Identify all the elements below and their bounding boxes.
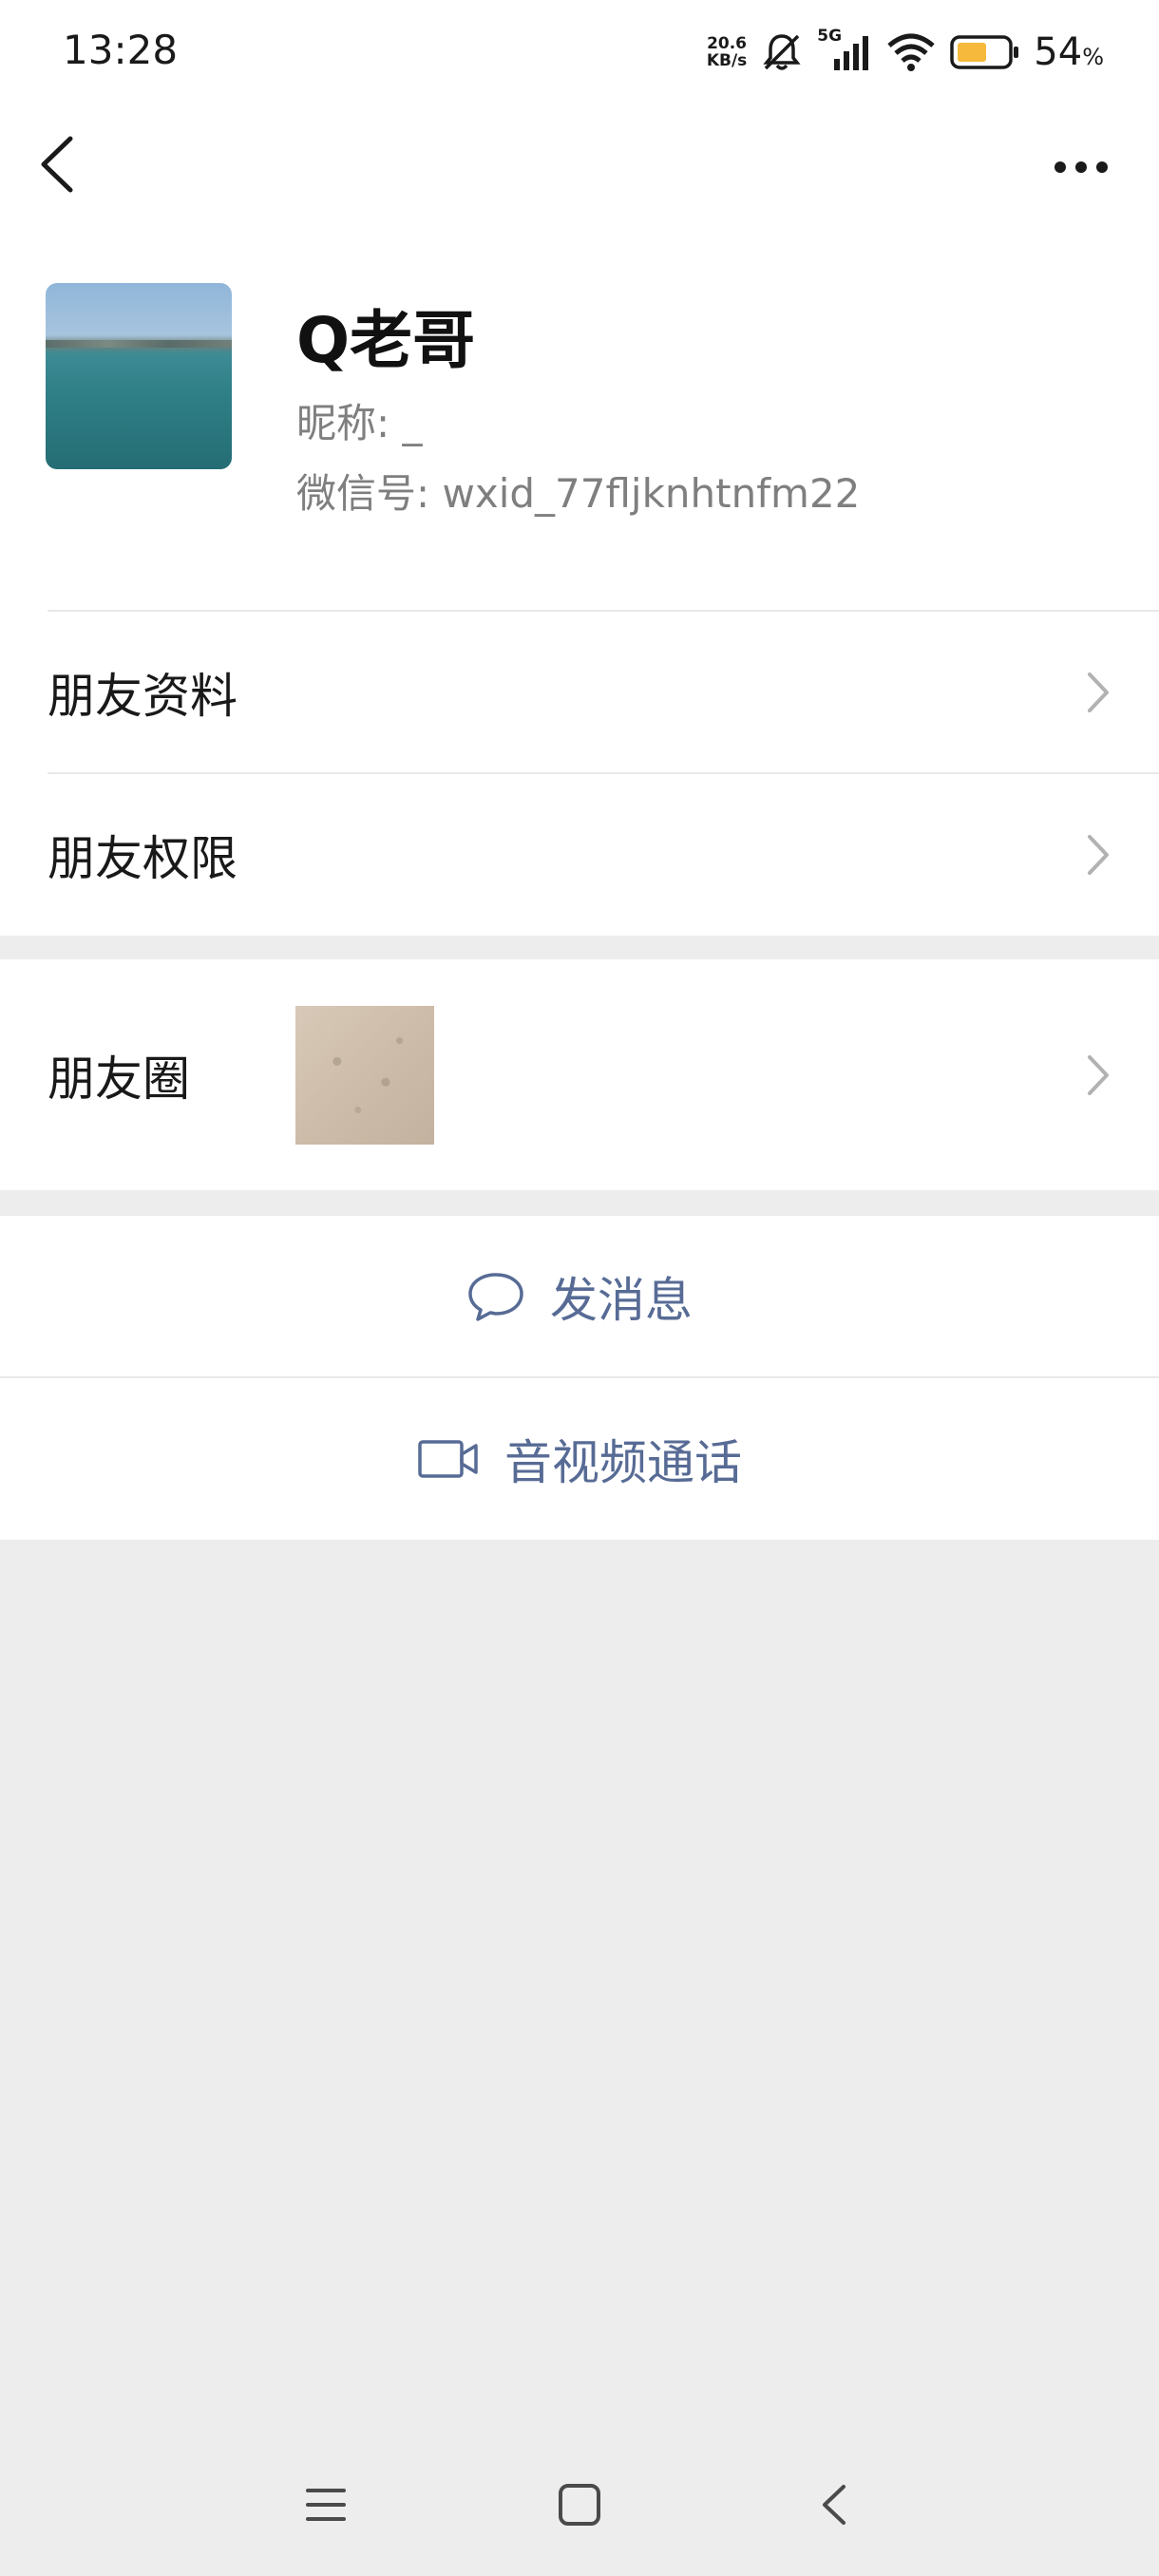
- profile-wechat-id: 微信号: wxid_77fljknhtnfm22: [296, 470, 861, 517]
- back-icon[interactable]: [36, 133, 78, 196]
- battery-icon: [950, 35, 1019, 69]
- chevron-right-icon: [1088, 835, 1109, 875]
- battery-percent-value: 54: [1034, 30, 1083, 74]
- status-time: 13:28: [63, 27, 179, 73]
- status-icons: 20.6 KB/s 5G 54%: [707, 27, 1104, 76]
- profile-nickname: 昵称: _: [296, 400, 423, 446]
- network-speed-value: 20.6: [707, 34, 748, 53]
- home-icon[interactable]: [557, 2481, 602, 2529]
- cellular-signal-icon: 5G: [817, 27, 872, 74]
- chevron-right-icon: [1088, 1054, 1109, 1095]
- send-message-label: 发消息: [550, 1273, 693, 1328]
- profile-name: Q老哥: [296, 304, 476, 377]
- menu-item-friend-permissions[interactable]: 朋友权限: [0, 774, 1159, 936]
- chevron-right-icon: [1088, 672, 1109, 712]
- battery-percent-sign: %: [1082, 44, 1104, 70]
- wifi-icon: [887, 33, 935, 71]
- menu-item-label: 朋友权限: [48, 831, 238, 886]
- video-camera-icon: [418, 1440, 478, 1478]
- network-speed: 20.6 KB/s: [707, 35, 747, 69]
- more-icon[interactable]: [1053, 158, 1110, 177]
- mute-bell-icon: [763, 34, 801, 70]
- av-call-label: 音视频通话: [504, 1435, 742, 1490]
- menu-item-moments[interactable]: 朋友圈: [0, 959, 1159, 1190]
- av-call-button[interactable]: 音视频通话: [0, 1378, 1159, 1540]
- back-triangle-icon[interactable]: [815, 2481, 853, 2529]
- avatar[interactable]: [46, 283, 232, 469]
- status-bar: 13:28 20.6 KB/s 5G 54%: [0, 0, 1159, 104]
- battery-percent: 54%: [1034, 30, 1104, 74]
- network-speed-unit: KB/s: [706, 51, 748, 70]
- menu-item-friend-info[interactable]: 朋友资料: [0, 612, 1159, 773]
- menu-icon[interactable]: [304, 2481, 348, 2529]
- send-message-button[interactable]: 发消息: [0, 1216, 1159, 1377]
- message-bubble-icon: [468, 1273, 523, 1321]
- menu-item-label: 朋友资料: [48, 669, 238, 724]
- menu-item-label: 朋友圈: [48, 1051, 190, 1107]
- moments-thumbnail: [295, 1006, 434, 1145]
